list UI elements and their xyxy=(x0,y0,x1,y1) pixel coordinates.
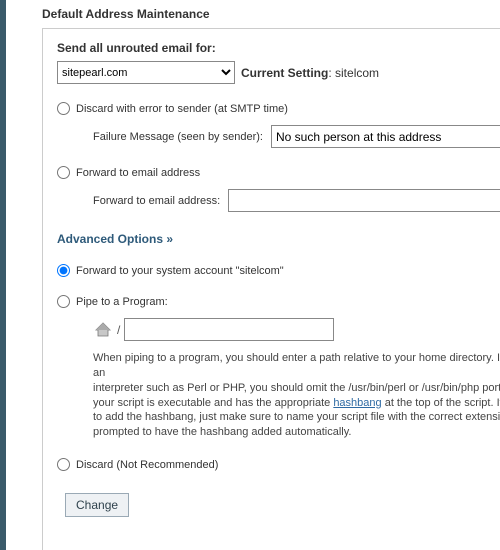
discard-error-radio[interactable] xyxy=(57,102,70,115)
pipe-program-label: Pipe to a Program: xyxy=(76,296,168,308)
lead-label: Send all unrouted email for: xyxy=(57,41,500,55)
current-setting-value: sitelcom xyxy=(335,66,379,80)
advanced-options-toggle[interactable]: Advanced Options » xyxy=(57,232,500,246)
forward-email-radio[interactable] xyxy=(57,166,70,179)
forward-system-radio[interactable] xyxy=(57,264,70,277)
forward-email-input[interactable] xyxy=(228,189,500,212)
forward-email-sublabel: Forward to email address: xyxy=(93,195,220,207)
domain-select[interactable]: sitepearl.com xyxy=(57,61,235,84)
forward-email-label: Forward to email address xyxy=(76,167,200,179)
forward-system-label: Forward to your system account "sitelcom… xyxy=(76,265,284,277)
discard-nr-label: Discard (Not Recommended) xyxy=(76,459,218,471)
side-accent-bar xyxy=(0,0,6,550)
main-panel: Send all unrouted email for: sitepearl.c… xyxy=(42,28,500,550)
failure-message-input[interactable] xyxy=(271,125,500,148)
pipe-program-radio[interactable] xyxy=(57,295,70,308)
pipe-help-text: When piping to a program, you should ent… xyxy=(93,351,500,440)
current-setting-label: Current Setting xyxy=(241,66,328,80)
discard-error-label: Discard with error to sender (at SMTP ti… xyxy=(76,103,288,115)
change-button[interactable]: Change xyxy=(65,493,129,517)
discard-nr-radio[interactable] xyxy=(57,458,70,471)
home-icon xyxy=(93,321,113,339)
hashbang-link[interactable]: hashbang xyxy=(333,397,381,409)
page-title: Default Address Maintenance xyxy=(42,7,210,21)
pipe-program-input[interactable] xyxy=(124,318,334,341)
failure-message-label: Failure Message (seen by sender): xyxy=(93,131,263,143)
